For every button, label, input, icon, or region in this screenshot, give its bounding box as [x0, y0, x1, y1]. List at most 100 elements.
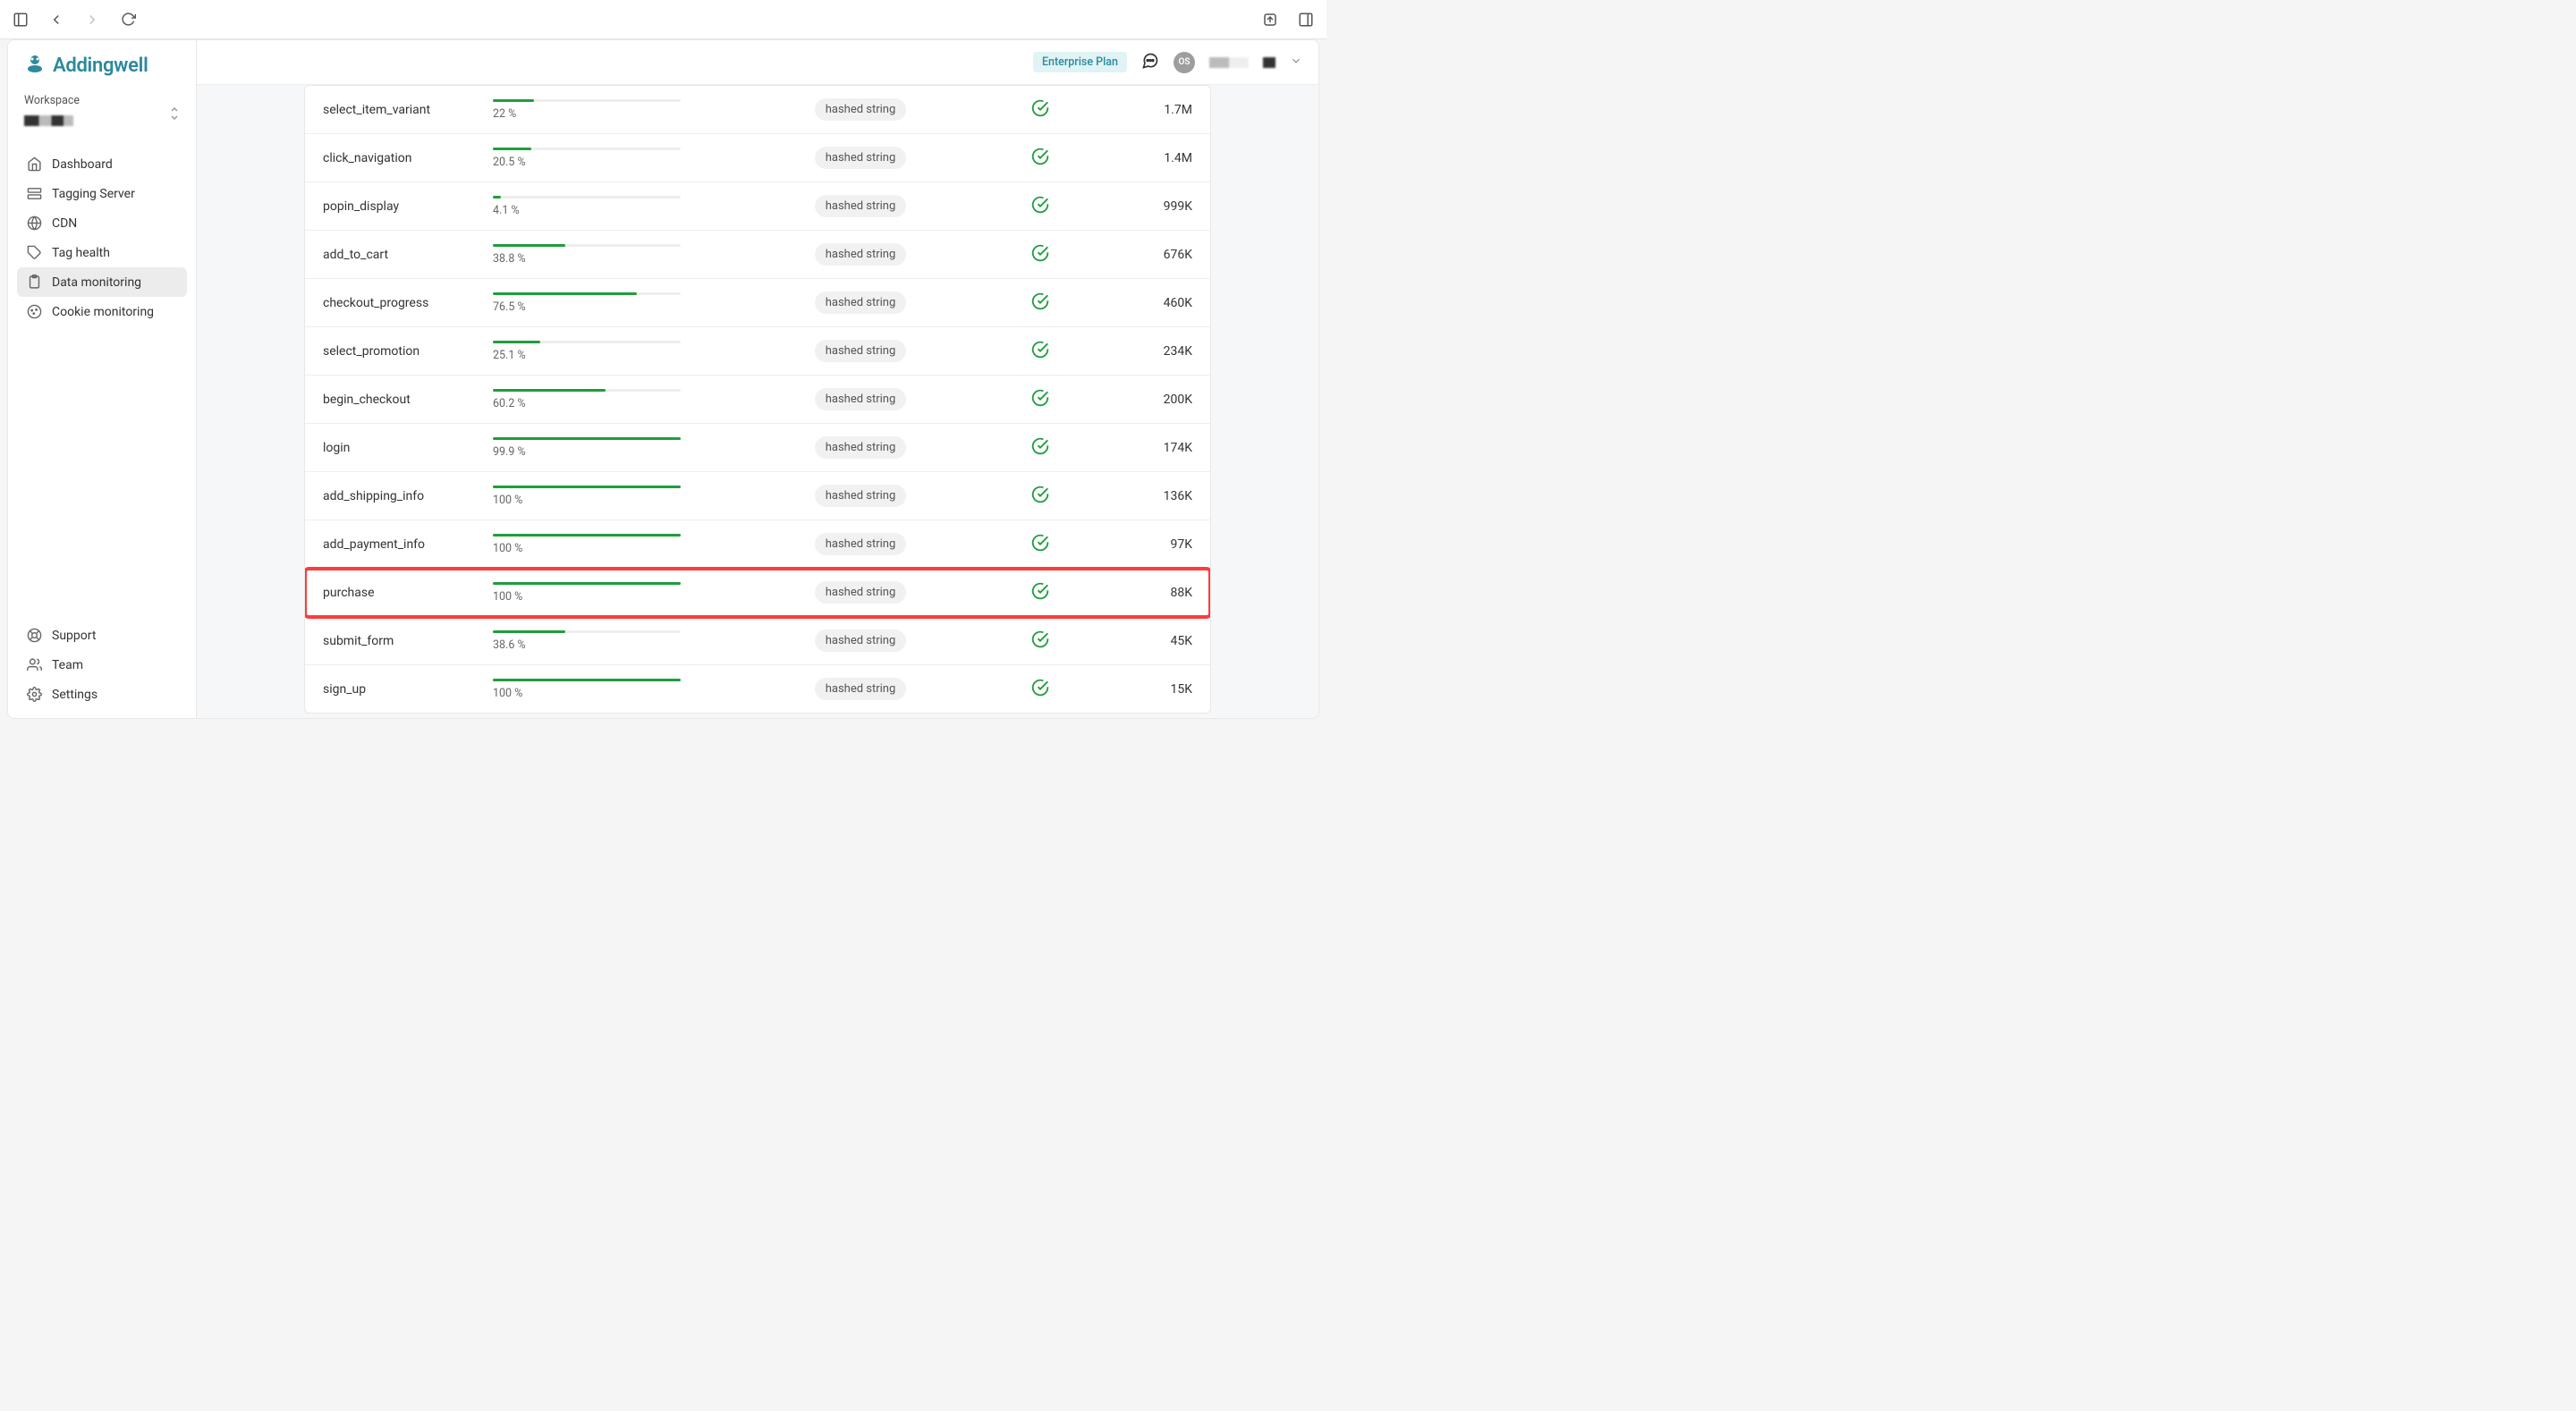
progress-cell: 99.9 %: [493, 437, 716, 459]
check-circle-icon: [1031, 148, 1049, 169]
type-cell: hashed string: [716, 98, 1004, 121]
sidebar-item-label: CDN: [52, 216, 77, 231]
workspace-name-redacted: [24, 115, 73, 126]
team-icon: [26, 657, 42, 672]
sidebar-item-label: Cookie monitoring: [52, 305, 154, 319]
table-row[interactable]: checkout_progress76.5 %hashed string460K: [305, 279, 1210, 327]
status-cell: [1004, 582, 1076, 604]
check-circle-icon: [1031, 582, 1049, 604]
type-cell: hashed string: [716, 291, 1004, 314]
back-icon[interactable]: [47, 10, 66, 30]
count-cell: 136K: [1076, 489, 1192, 503]
check-circle-icon: [1031, 630, 1049, 652]
tabs-icon[interactable]: [1296, 10, 1316, 30]
sidebar-item-data-monitoring[interactable]: Data monitoring: [17, 267, 187, 297]
sidebar-item-support[interactable]: Support: [17, 621, 187, 650]
table-row[interactable]: purchase100 %hashed string 88K: [305, 569, 1210, 617]
progress-cell: 38.8 %: [493, 244, 716, 266]
event-name: checkout_progress: [323, 296, 493, 310]
tagging-server-icon: [26, 186, 42, 201]
status-cell: [1004, 196, 1076, 217]
status-cell: [1004, 486, 1076, 507]
table-row[interactable]: popin_display4.1 %hashed string999K: [305, 182, 1210, 231]
count-cell: 45K: [1076, 634, 1192, 648]
sidebar-item-tagging-server[interactable]: Tagging Server: [17, 179, 187, 208]
type-cell: hashed string: [716, 629, 1004, 652]
event-name: login: [323, 441, 493, 455]
table-row[interactable]: add_payment_info100 %hashed string97K: [305, 520, 1210, 569]
table-row[interactable]: sign_up100 %hashed string 15K: [305, 665, 1210, 713]
type-cell: hashed string: [716, 678, 1004, 700]
event-name: sign_up: [323, 682, 493, 697]
table-row[interactable]: select_promotion25.1 %hashed string234K: [305, 327, 1210, 376]
table-row[interactable]: add_shipping_info100 %hashed string136K: [305, 472, 1210, 520]
type-cell: hashed string: [716, 388, 1004, 410]
progress-cell: 38.6 %: [493, 630, 716, 652]
sidebar-item-label: Data monitoring: [52, 275, 141, 290]
sidebar-item-label: Tag health: [52, 246, 110, 260]
count-cell: 15K: [1076, 682, 1192, 697]
table-row[interactable]: add_to_cart38.8 %hashed string676K: [305, 231, 1210, 279]
workspace-selector[interactable]: Workspace: [8, 87, 196, 144]
forward-icon: [82, 10, 102, 30]
chat-icon[interactable]: [1141, 52, 1159, 73]
logo[interactable]: Addingwell: [8, 40, 196, 87]
event-name: purchase: [323, 586, 493, 600]
sidebar-item-cookie-monitoring[interactable]: Cookie monitoring: [17, 297, 187, 326]
type-cell: hashed string: [716, 485, 1004, 507]
sidebar-item-cdn[interactable]: CDN: [17, 208, 187, 238]
table-row[interactable]: click_navigation20.5 %hashed string1.4M: [305, 134, 1210, 182]
type-cell: hashed string: [716, 243, 1004, 266]
events-table: select_item_variant22 %hashed string1.7M…: [304, 85, 1211, 714]
type-cell: hashed string: [716, 195, 1004, 217]
table-scroll[interactable]: select_item_variant22 %hashed string1.7M…: [197, 85, 1318, 718]
sidebar-item-label: Settings: [52, 688, 97, 702]
sidebar-item-team[interactable]: Team: [17, 650, 187, 680]
check-circle-icon: [1031, 196, 1049, 217]
reload-icon[interactable]: [118, 10, 138, 30]
sidebar-item-label: Team: [52, 658, 83, 672]
check-circle-icon: [1031, 534, 1049, 555]
sidebar-toggle-icon[interactable]: [11, 10, 30, 30]
event-name: popin_display: [323, 199, 493, 214]
progress-cell: 20.5 %: [493, 148, 716, 169]
sidebar-item-tag-health[interactable]: Tag health: [17, 238, 187, 267]
type-cell: hashed string: [716, 147, 1004, 169]
chevron-down-icon[interactable]: [1290, 54, 1302, 71]
table-row[interactable]: select_item_variant22 %hashed string1.7M: [305, 86, 1210, 134]
check-circle-icon: [1031, 99, 1049, 121]
count-cell: 174K: [1076, 441, 1192, 455]
progress-cell: 60.2 %: [493, 389, 716, 410]
user-name-redacted-2: [1263, 57, 1275, 68]
table-row[interactable]: begin_checkout60.2 %hashed string200K: [305, 376, 1210, 424]
table-row[interactable]: login99.9 % hashed string 174K: [305, 424, 1210, 472]
plan-badge[interactable]: Enterprise Plan: [1033, 52, 1127, 72]
event-name: select_item_variant: [323, 103, 493, 117]
type-pill: hashed string: [815, 436, 907, 459]
table-row[interactable]: submit_form38.6 %hashed string45K: [305, 617, 1210, 665]
logo-icon: [24, 53, 46, 78]
avatar[interactable]: OS: [1174, 52, 1195, 73]
count-cell: 88K: [1076, 586, 1192, 600]
progress-cell: 100 %: [493, 582, 716, 604]
browser-chrome: [0, 0, 1326, 39]
type-cell: hashed string: [716, 340, 1004, 362]
app-shell: Addingwell Workspace DashboardTagging Se…: [7, 39, 1319, 719]
sidebar-item-settings[interactable]: Settings: [17, 680, 187, 709]
type-pill: hashed string: [815, 291, 907, 314]
type-cell: hashed string: [716, 581, 1004, 604]
status-cell: [1004, 99, 1076, 121]
count-cell: 234K: [1076, 344, 1192, 359]
tag-health-icon: [26, 245, 42, 260]
type-pill: hashed string: [815, 195, 907, 217]
check-circle-icon: [1031, 341, 1049, 362]
count-cell: 200K: [1076, 393, 1192, 407]
sidebar-item-dashboard[interactable]: Dashboard: [17, 149, 187, 179]
status-cell: [1004, 292, 1076, 314]
check-circle-icon: [1031, 244, 1049, 266]
count-cell: 676K: [1076, 248, 1192, 262]
share-icon[interactable]: [1260, 10, 1280, 30]
count-cell: 1.4M: [1076, 151, 1192, 165]
progress-cell: 100 %: [493, 679, 716, 700]
type-pill: hashed string: [815, 98, 907, 121]
